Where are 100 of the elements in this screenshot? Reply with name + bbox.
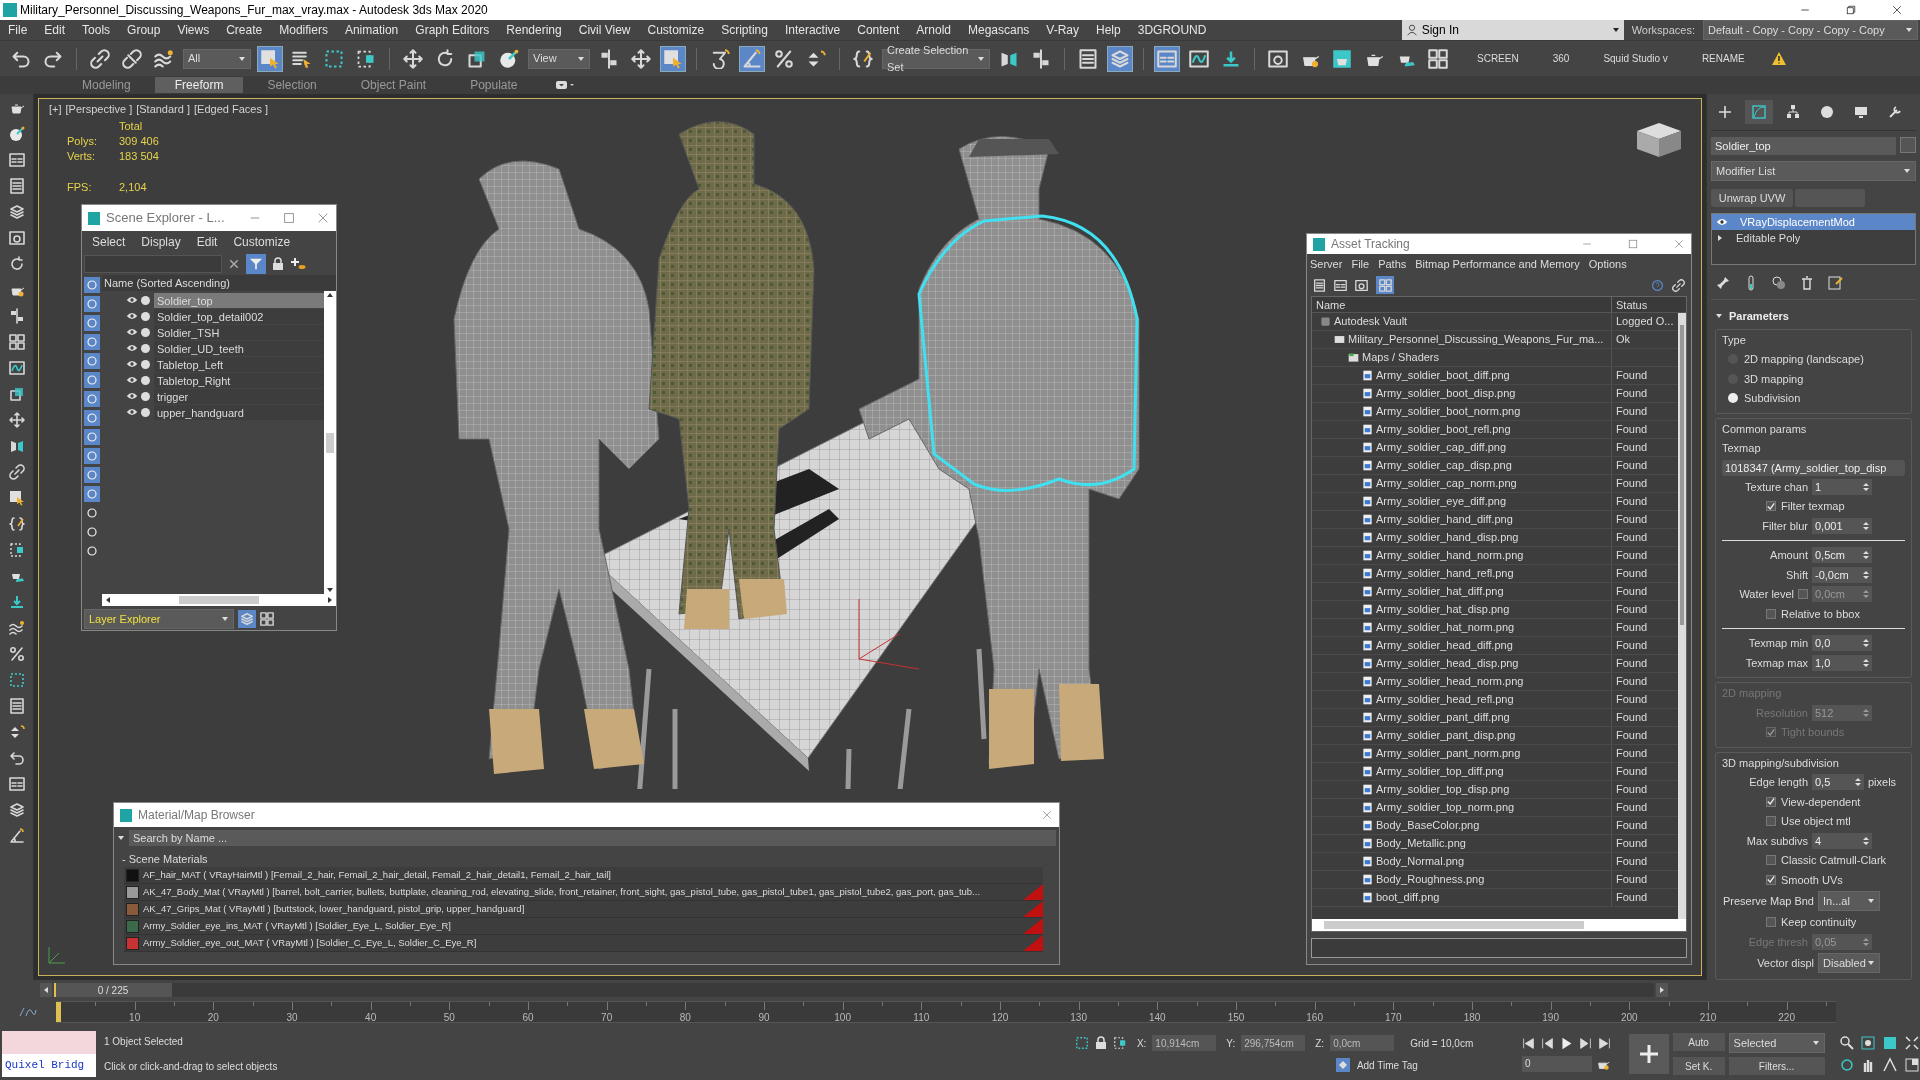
asset-name[interactable]: Army_soldier_hand_disp.png <box>1376 529 1519 546</box>
list-icon[interactable] <box>1313 278 1326 292</box>
scrollbar-thumb[interactable] <box>326 432 334 453</box>
asset-name[interactable]: Army_soldier_hand_norm.png <box>1376 547 1524 564</box>
asset-name[interactable]: Army_soldier_head_refl.png <box>1376 691 1514 708</box>
eye-icon[interactable] <box>126 407 138 417</box>
dropdown-caret-icon[interactable] <box>977 54 985 63</box>
named-selection-dropdown[interactable]: Create Selection Set <box>882 48 990 69</box>
maxscript-listener-field[interactable] <box>2 1031 96 1054</box>
vertical-scrollbar[interactable] <box>1677 313 1686 919</box>
window-crossing-icon[interactable] <box>8 542 25 558</box>
curve-toggle-icon[interactable] <box>19 1006 37 1018</box>
auto-key-button[interactable]: Auto <box>1672 1033 1725 1051</box>
filter-toggle-icon[interactable] <box>86 488 98 500</box>
undo-icon[interactable] <box>8 750 25 766</box>
link-icon[interactable] <box>8 464 25 480</box>
warning-icon[interactable] <box>1770 50 1787 67</box>
time-slider-track[interactable]: 0 / 225 <box>54 983 1654 997</box>
rollout-header[interactable]: Parameters <box>1711 308 1916 325</box>
frame-counter-handle[interactable]: 0 / 225 <box>54 983 172 997</box>
menu-item[interactable]: Bitmap Performance and Memory <box>1415 255 1580 273</box>
checkbox[interactable] <box>1766 816 1776 827</box>
menu-item[interactable]: File <box>8 21 28 39</box>
dashed-rectangle-icon[interactable] <box>8 672 25 688</box>
checkbox[interactable] <box>1766 855 1776 866</box>
filter-toggle-icon[interactable] <box>86 526 98 538</box>
reference-coordinate-dropdown[interactable]: View <box>528 48 590 69</box>
braces-icon[interactable] <box>853 48 873 69</box>
asset-name[interactable]: Army_soldier_boot_diff.png <box>1376 367 1510 384</box>
select-icon[interactable] <box>8 490 25 506</box>
toolbar-label[interactable]: SCREEN <box>1477 51 1519 66</box>
dropdown-caret-icon[interactable] <box>238 54 246 63</box>
spinner-field[interactable]: 0,001 <box>1812 517 1872 534</box>
eye-icon[interactable] <box>126 359 138 369</box>
minimize-toggle-icon[interactable] <box>1904 1057 1920 1073</box>
menu-item[interactable]: Server <box>1310 255 1343 273</box>
utilities-icon[interactable] <box>1887 104 1903 120</box>
curve-editor-icon[interactable] <box>1189 48 1209 69</box>
curve-editor-icon[interactable] <box>8 360 25 376</box>
checkbox[interactable] <box>1766 501 1776 512</box>
close-icon[interactable] <box>316 211 330 225</box>
filter-toggle-icon[interactable] <box>86 507 98 519</box>
ribbon-tab[interactable]: Populate <box>450 77 538 93</box>
spinner-arrows-icon[interactable] <box>1863 481 1869 492</box>
section-header[interactable]: - Scene Materials <box>116 851 1057 867</box>
dropdown-caret-icon[interactable] <box>1811 1039 1820 1047</box>
menu-item[interactable]: Options <box>1588 255 1627 273</box>
asset-name[interactable]: Army_soldier_top_norm.png <box>1376 799 1515 816</box>
menu-item[interactable]: File <box>1351 255 1370 273</box>
set-key-button[interactable] <box>1628 1034 1669 1074</box>
menu-item[interactable]: Graph Editors <box>415 21 490 39</box>
spinner-field[interactable]: 1 <box>1812 478 1872 495</box>
material-window-icon[interactable] <box>1268 48 1288 69</box>
material-row[interactable]: AK_47_Body_Mat ( VRayMtl ) [barrel, bolt_carrier, bullets, buttplate, cleaning_rod, elevating_slide, front_retainer, front_sight, gas_pistol_tube, gas_pistol_tube1, gas_pistol_tube2, gas_port, gas_tub... <box>124 884 1043 901</box>
scrollbar-thumb[interactable] <box>179 596 259 604</box>
material-row[interactable]: Army_Soldier_eye_ins_MAT ( VRayMtl ) [Soldier_Eye_L, Soldier_Eye_R] <box>124 918 1043 935</box>
spinner-arrows-icon[interactable] <box>1863 657 1869 668</box>
toolbar-label[interactable]: RENAME <box>1701 51 1745 66</box>
ribbon-tab[interactable]: Object Paint <box>340 77 447 93</box>
menu-item[interactable]: Modifiers <box>279 21 328 39</box>
unlink-icon[interactable] <box>122 48 142 69</box>
layers-icon[interactable] <box>8 802 25 818</box>
trash-icon[interactable] <box>1799 275 1815 291</box>
toolbar-label[interactable]: 360 <box>1552 51 1570 66</box>
column-header[interactable]: Name <box>1312 297 1612 312</box>
option-dropdown[interactable]: In...al <box>1818 891 1880 911</box>
filter-toggle-icon[interactable] <box>86 393 98 405</box>
asset-name[interactable]: Army_soldier_pant_disp.png <box>1376 727 1516 744</box>
modify-icon[interactable] <box>1751 104 1767 120</box>
column-header[interactable]: Name (Sorted Ascending) <box>102 275 336 291</box>
asset-name[interactable]: Army_soldier_hand_diff.png <box>1376 511 1513 528</box>
dropdown-caret-icon[interactable] <box>1903 167 1911 175</box>
asset-name[interactable]: Body_Metallic.png <box>1376 835 1466 852</box>
mirror-icon[interactable] <box>8 438 25 454</box>
menu-item[interactable]: Arnold <box>916 21 951 39</box>
configure-icon[interactable] <box>1827 275 1843 291</box>
scene-object-item[interactable]: Soldier_UD_teeth <box>154 340 324 356</box>
object-color-swatch[interactable] <box>1900 137 1916 153</box>
spinner-arrows-icon[interactable] <box>1863 638 1869 649</box>
material-window-icon[interactable] <box>1355 278 1368 292</box>
menu-item[interactable]: Select <box>92 233 126 251</box>
filter-toggle-icon[interactable] <box>86 336 98 348</box>
spinner-arrows-icon[interactable] <box>1863 550 1869 561</box>
scale-icon[interactable] <box>8 386 25 402</box>
eye-icon[interactable] <box>126 295 138 305</box>
maxscript-input-field[interactable]: Quixel Bridg <box>2 1054 96 1077</box>
coordinate-field[interactable]: 10,914cm <box>1152 1035 1217 1051</box>
asset-name[interactable]: Army_soldier_head_disp.png <box>1376 655 1519 672</box>
display-icon[interactable] <box>1853 104 1869 120</box>
eye-icon[interactable] <box>126 327 138 337</box>
menu-item[interactable]: Scripting <box>721 21 768 39</box>
asset-name[interactable]: Autodesk Vault <box>1334 313 1408 330</box>
menu-item[interactable]: Tools <box>82 21 111 39</box>
teapot-window-icon[interactable] <box>1332 48 1352 69</box>
panel-icon[interactable] <box>8 152 25 168</box>
checkbox[interactable] <box>1766 608 1776 619</box>
menu-item[interactable]: 3DGROUND <box>1137 21 1207 39</box>
dropdown-caret-icon[interactable] <box>221 615 229 623</box>
current-frame-field[interactable]: 0 <box>1521 1055 1592 1072</box>
menu-item[interactable]: Interactive <box>784 21 841 39</box>
